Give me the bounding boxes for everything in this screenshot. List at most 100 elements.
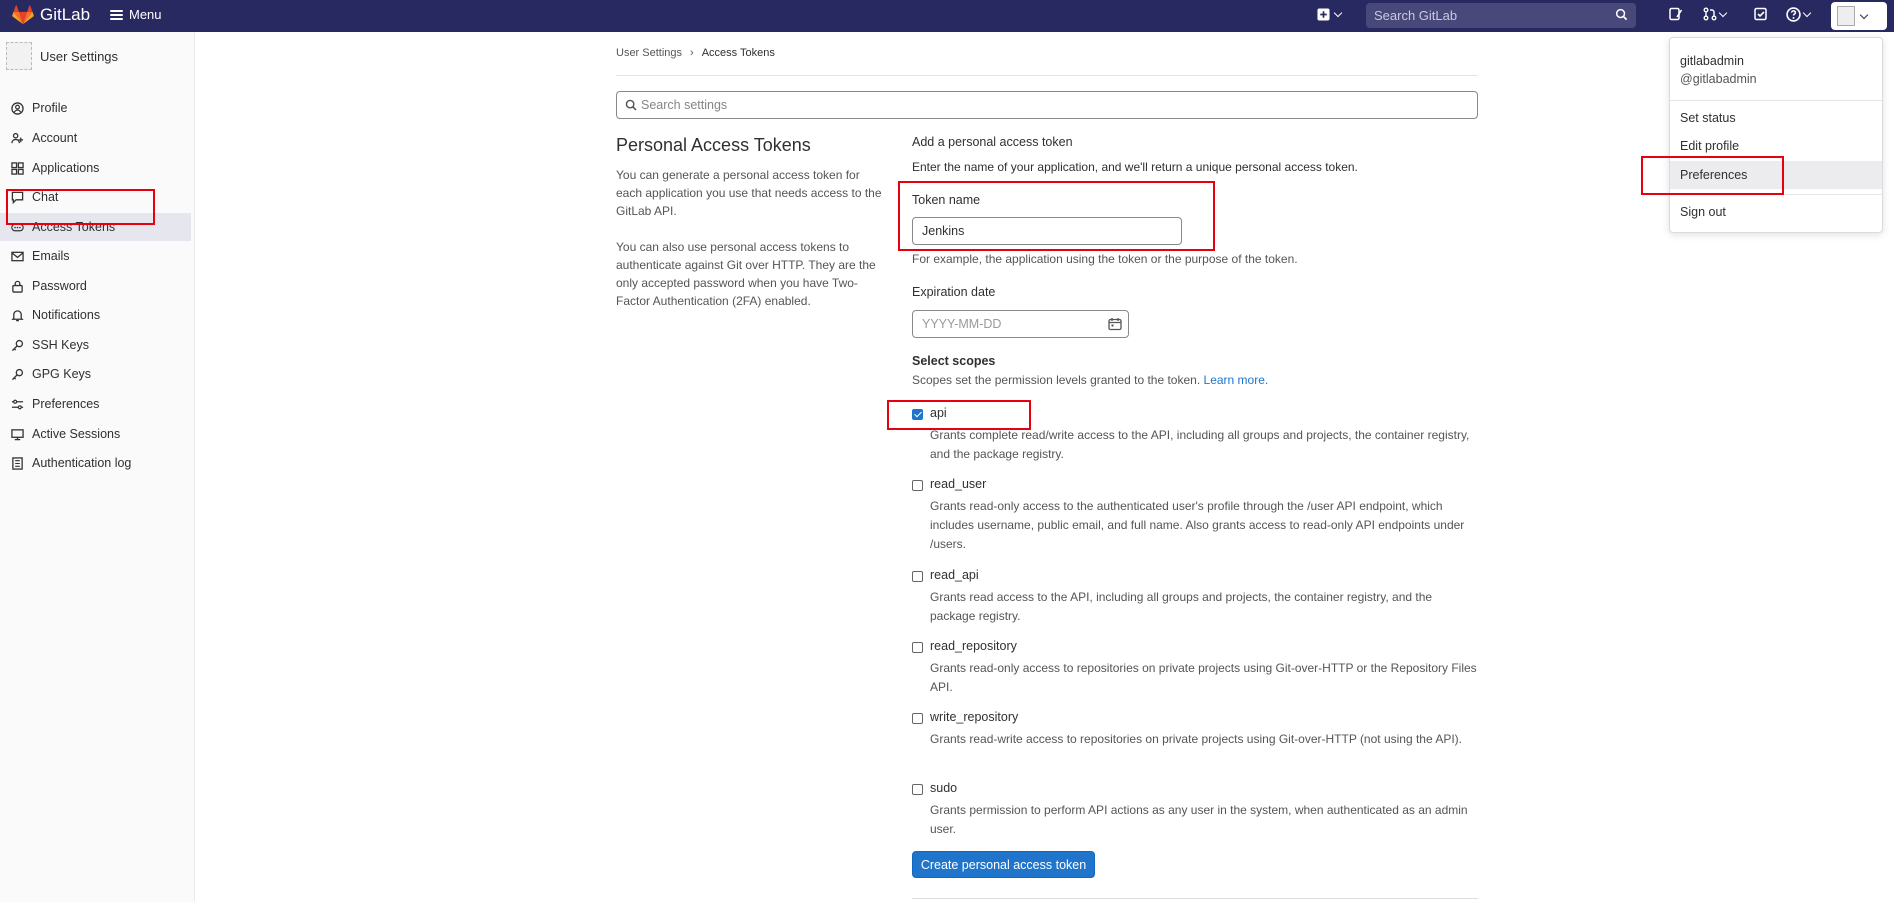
sidebar-item-applications[interactable]: Applications xyxy=(0,154,191,182)
sidebar-item-label: Profile xyxy=(32,101,68,115)
section-description-2fa: You can also use personal access tokens … xyxy=(616,240,876,308)
sidebar-item-password[interactable]: Password xyxy=(0,272,191,300)
scope-name[interactable]: read_repository xyxy=(930,639,1017,653)
scope-api: api Grants complete read/write access to … xyxy=(912,406,1482,466)
issues-button[interactable] xyxy=(1669,7,1683,21)
scope-name[interactable]: read_api xyxy=(930,568,979,582)
sidebar-item-active-sessions[interactable]: Active Sessions xyxy=(0,420,191,448)
search-icon xyxy=(1615,8,1628,21)
hamburger-icon xyxy=(110,9,123,20)
sidebar-item-label: Preferences xyxy=(32,397,100,411)
page-title: Personal Access Tokens xyxy=(616,135,811,155)
scope-checkbox[interactable] xyxy=(912,571,923,582)
breadcrumb-parent[interactable]: User Settings xyxy=(616,47,682,59)
dropdown-item-edit-profile[interactable]: Edit profile xyxy=(1670,132,1882,160)
token-name-field[interactable]: Jenkins xyxy=(912,217,1182,245)
divider xyxy=(616,75,1478,76)
dropdown-item-sign-out[interactable]: Sign out xyxy=(1670,198,1882,226)
sidebar-item-label: Authentication log xyxy=(32,456,132,470)
issues-icon xyxy=(1669,7,1683,21)
mail-icon xyxy=(11,250,24,263)
breadcrumb-current[interactable]: Access Tokens xyxy=(702,47,775,59)
scope-checkbox[interactable] xyxy=(912,784,923,795)
global-search-input[interactable]: Search GitLab xyxy=(1366,3,1636,28)
merge-request-icon xyxy=(1703,7,1717,21)
scope-checkbox[interactable] xyxy=(912,480,923,491)
sidebar-item-access-tokens[interactable]: Access Tokens xyxy=(0,213,191,241)
sidebar-item-account[interactable]: Account xyxy=(0,124,191,152)
dropdown-item-preferences[interactable]: Preferences xyxy=(1670,161,1882,189)
select-scopes-label: Select scopes xyxy=(912,354,996,368)
settings-search-input[interactable]: Search settings xyxy=(616,91,1478,119)
sidebar-item-authentication-log[interactable]: Authentication log xyxy=(0,449,191,477)
key-icon xyxy=(11,368,24,381)
app-name: GitLab xyxy=(40,5,91,24)
merge-requests-button[interactable] xyxy=(1703,7,1728,21)
preferences-icon xyxy=(11,398,24,411)
sidebar-item-label: Emails xyxy=(32,249,70,263)
sidebar-item-preferences[interactable]: Preferences xyxy=(0,390,191,418)
log-icon xyxy=(11,456,24,470)
breadcrumb-separator-icon: › xyxy=(690,47,694,59)
sidebar-item-profile[interactable]: Profile xyxy=(0,94,191,122)
scope-checkbox[interactable] xyxy=(912,713,923,724)
scope-name[interactable]: sudo xyxy=(930,781,957,795)
dropdown-username: @gitlabadmin xyxy=(1680,72,1757,86)
settings-search-placeholder: Search settings xyxy=(641,98,728,112)
help-button[interactable] xyxy=(1786,7,1812,22)
sidebar-item-label: GPG Keys xyxy=(32,367,92,381)
avatar xyxy=(1837,6,1855,26)
scopes-help: Scopes set the permission levels granted… xyxy=(912,373,1268,387)
menu-button[interactable]: Menu xyxy=(110,7,162,22)
gitlab-logo[interactable]: GitLab xyxy=(12,5,90,25)
new-dropdown-button[interactable] xyxy=(1317,8,1343,21)
create-token-button[interactable]: Create personal access token xyxy=(912,851,1095,878)
chevron-down-icon xyxy=(1859,10,1869,19)
calendar-icon[interactable] xyxy=(1108,317,1122,331)
global-search-placeholder: Search GitLab xyxy=(1374,8,1458,23)
scope-description: Grants read-write access to repositories… xyxy=(930,732,1462,746)
sidebar-item-label: Applications xyxy=(32,161,100,175)
scope-name[interactable]: api xyxy=(930,406,947,420)
sidebar-item-label: Notifications xyxy=(32,308,101,322)
scope-name[interactable]: read_user xyxy=(930,477,986,491)
lock-icon xyxy=(11,280,24,293)
scope-write-repository: write_repository Grants read-write access… xyxy=(912,710,1482,770)
token-name-label: Token name xyxy=(912,193,981,207)
scope-description: Grants complete read/write access to the… xyxy=(930,428,1470,461)
sidebar-header[interactable]: User Settings xyxy=(6,42,118,70)
sidebar-item-chat[interactable]: Chat xyxy=(0,183,191,211)
todos-button[interactable] xyxy=(1754,7,1768,21)
learn-more-link[interactable]: Learn more. xyxy=(1204,373,1269,387)
avatar xyxy=(6,42,32,70)
sidebar-item-label: Account xyxy=(32,131,78,145)
token-name-help: For example, the application using the t… xyxy=(912,252,1298,266)
scope-description: Grants read access to the API, including… xyxy=(930,590,1433,623)
sidebar-item-label: Chat xyxy=(32,190,59,204)
expiration-date-placeholder: YYYY-MM-DD xyxy=(922,317,1002,331)
form-intro: Enter the name of your application, and … xyxy=(912,160,1358,174)
sidebar-item-gpg-keys[interactable]: GPG Keys xyxy=(0,360,191,388)
token-name-value: Jenkins xyxy=(922,224,965,238)
expiration-date-field[interactable]: YYYY-MM-DD xyxy=(912,310,1129,338)
breadcrumb: User Settings › Access Tokens xyxy=(616,47,775,59)
sidebar-item-label: SSH Keys xyxy=(32,338,89,352)
user-avatar-button[interactable] xyxy=(1831,2,1887,30)
sidebar-item-ssh-keys[interactable]: SSH Keys xyxy=(0,331,191,359)
chevron-down-icon xyxy=(1802,8,1812,18)
chevron-down-icon xyxy=(1333,8,1343,18)
bell-icon xyxy=(11,309,24,322)
scope-checkbox[interactable] xyxy=(912,642,923,653)
dropdown-item-set-status[interactable]: Set status xyxy=(1670,104,1882,132)
dropdown-user-name: gitlabadmin xyxy=(1680,54,1744,68)
token-icon xyxy=(11,221,24,234)
sidebar-item-notifications[interactable]: Notifications xyxy=(0,301,191,329)
scope-checkbox[interactable] xyxy=(912,409,923,420)
sidebar-item-emails[interactable]: Emails xyxy=(0,242,191,270)
scope-name[interactable]: write_repository xyxy=(930,710,1018,724)
expiration-date-label: Expiration date xyxy=(912,285,996,299)
account-icon xyxy=(11,132,24,145)
sidebar-item-label: Password xyxy=(32,279,87,293)
key-icon xyxy=(11,339,24,352)
scopes-help-text: Scopes set the permission levels granted… xyxy=(912,373,1201,387)
